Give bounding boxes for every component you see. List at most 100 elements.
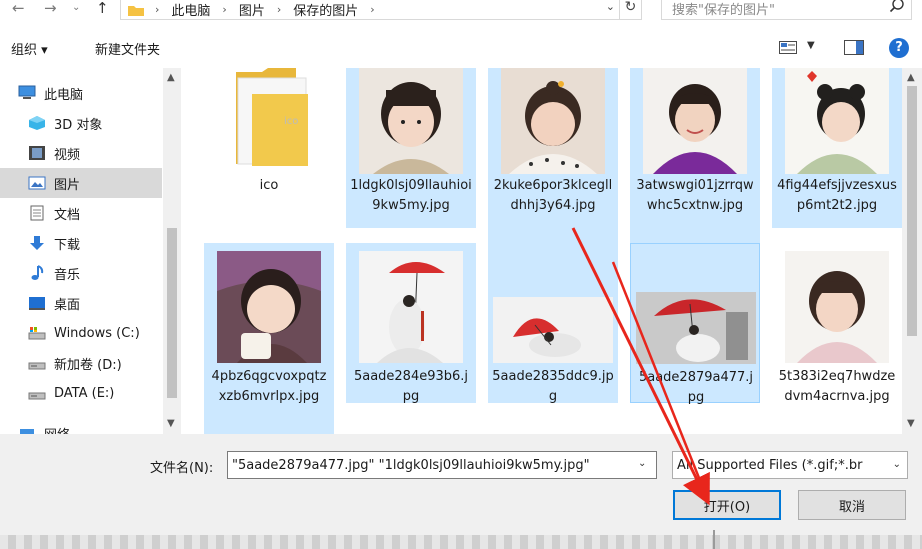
- breadcrumb-separator-icon: ›: [155, 3, 160, 16]
- search-placeholder: 搜索"保存的图片": [672, 3, 775, 18]
- file-name: 2kuke6por3klceglldhhj3y64.jpg: [493, 178, 613, 213]
- computer-icon: [18, 85, 36, 101]
- nav-item-3d-objects[interactable]: 3D 对象: [0, 108, 162, 138]
- scroll-down-arrow-icon[interactable]: ▼: [907, 418, 915, 429]
- command-bar: 组织 ▾ 新建文件夹 ▼ ?: [0, 30, 922, 64]
- nav-item-desktop[interactable]: 桌面: [0, 288, 162, 318]
- background-window-edge: [0, 535, 922, 549]
- breadcrumb-saved-pictures[interactable]: 保存的图片: [289, 0, 362, 19]
- file-item[interactable]: 5aade2879a477.jpg: [630, 243, 760, 405]
- filename-history-dropdown-icon[interactable]: ⌄: [638, 458, 646, 469]
- photo-thumbnail: [217, 251, 321, 363]
- nav-item-videos[interactable]: 视频: [0, 138, 162, 168]
- open-button[interactable]: 打开(O): [673, 490, 781, 520]
- network-icon: [18, 425, 36, 434]
- search-icon[interactable]: [889, 0, 905, 14]
- file-list-scrollbar[interactable]: ▲ ▼: [902, 68, 922, 434]
- nav-item-this-pc[interactable]: 此电脑: [0, 78, 162, 108]
- nav-item-network[interactable]: 网络: [0, 418, 162, 434]
- breadcrumb-separator-icon: ›: [370, 3, 375, 16]
- photo-thumbnail: [359, 251, 463, 363]
- file-name: 5aade2835ddc9.jpg: [492, 369, 614, 404]
- svg-text:ico: ico: [284, 116, 298, 127]
- navigation-scrollbar-thumb[interactable]: [167, 228, 177, 398]
- preview-pane-icon[interactable]: [844, 40, 864, 55]
- music-icon: [28, 265, 46, 281]
- 3d-objects-icon: [28, 115, 46, 131]
- drive-e-icon: [28, 385, 46, 401]
- breadcrumb-pictures[interactable]: 图片: [235, 0, 269, 19]
- help-icon[interactable]: ?: [889, 38, 909, 58]
- file-name: 5aade284e93b6.jpg: [353, 369, 469, 404]
- breadcrumb-separator-icon: ›: [222, 3, 227, 16]
- chevron-down-icon[interactable]: ⌄: [890, 459, 901, 470]
- divider: [713, 530, 715, 549]
- dialog-footer: 文件名(N): ⌄ All Supported Files (*.gif;*.b…: [0, 434, 922, 549]
- file-item[interactable]: 1ldgk0lsj09llauhioi9kw5my.jpg: [346, 68, 476, 228]
- file-item[interactable]: 3atwswgi01jzrrqwwhc5cxtnw.jpg: [630, 68, 760, 243]
- scroll-down-arrow-icon[interactable]: ▼: [167, 418, 175, 429]
- download-icon: [28, 235, 46, 251]
- nav-item-drive-e[interactable]: DATA (E:): [0, 378, 162, 408]
- file-item[interactable]: 4pbz6qgcvoxpqtzxzb6mvrlpx.jpg: [204, 243, 334, 434]
- back-arrow-icon[interactable]: ←: [12, 0, 25, 18]
- nav-item-downloads[interactable]: 下载: [0, 228, 162, 258]
- file-name: 3atwswgi01jzrrqwwhc5cxtnw.jpg: [636, 178, 754, 213]
- change-view-icon[interactable]: [779, 41, 797, 54]
- file-list-scrollbar-thumb[interactable]: [907, 86, 917, 336]
- file-item[interactable]: 4fig44efsjjvzesxusp6mt2t2.jpg: [772, 68, 902, 228]
- file-name: 5t383i2eq7hwdzedvm4acrnva.jpg: [778, 369, 896, 404]
- forward-arrow-icon[interactable]: →: [44, 0, 57, 18]
- new-folder-button[interactable]: 新建文件夹: [95, 39, 160, 58]
- file-item[interactable]: 5aade2835ddc9.jpg: [488, 243, 618, 404]
- file-item[interactable]: 5aade284e93b6.jpg: [346, 243, 476, 404]
- filename-label: 文件名(N):: [150, 461, 214, 476]
- file-item[interactable]: ico ico: [204, 68, 334, 228]
- breadcrumb-separator-icon: ›: [276, 3, 282, 16]
- navigation-scrollbar[interactable]: ▲ ▼: [163, 68, 181, 434]
- breadcrumb-this-pc[interactable]: 此电脑: [167, 0, 214, 19]
- address-bar[interactable]: › 此电脑 › 图片 › 保存的图片 › ⌄ ↻: [120, 0, 642, 20]
- file-item[interactable]: 2kuke6por3klceglldhhj3y64.jpg: [488, 68, 618, 243]
- drive-d-icon: [28, 355, 46, 371]
- file-item[interactable]: 5t383i2eq7hwdzedvm4acrnva.jpg: [772, 243, 902, 434]
- nav-item-music[interactable]: 音乐: [0, 258, 162, 288]
- file-type-filter-select[interactable]: All Supported Files (*.gif;*.br ⌄: [672, 451, 908, 479]
- file-list: ico ico 1ldgk0lsj09llauhioi9kw5my.jpg 2k…: [190, 68, 902, 434]
- photo-thumbnail: [493, 297, 613, 363]
- file-name: 4fig44efsjjvzesxusp6mt2t2.jpg: [777, 178, 897, 213]
- scroll-up-arrow-icon[interactable]: ▲: [907, 72, 915, 83]
- scroll-up-arrow-icon[interactable]: ▲: [167, 72, 175, 83]
- photo-thumbnail: [359, 68, 463, 174]
- pictures-icon: [28, 175, 46, 191]
- nav-item-pictures[interactable]: 图片: [0, 168, 162, 198]
- view-options-dropdown-icon[interactable]: ▼: [807, 40, 815, 51]
- organize-button[interactable]: 组织 ▾: [11, 39, 48, 58]
- filename-input[interactable]: [227, 451, 657, 479]
- file-name: ico: [259, 178, 279, 193]
- file-name: 1ldgk0lsj09llauhioi9kw5my.jpg: [350, 178, 472, 213]
- photo-thumbnail: [501, 68, 605, 174]
- nav-item-documents[interactable]: 文档: [0, 198, 162, 228]
- search-box[interactable]: 搜索"保存的图片": [661, 0, 912, 20]
- address-row: ← → ⌄ ↑ › 此电脑 › 图片 › 保存的图片 › ⌄ ↻ 搜索"保存的图…: [0, 0, 922, 26]
- photo-thumbnail: [785, 68, 889, 174]
- address-dropdown-icon[interactable]: ⌄: [606, 0, 615, 13]
- navigation-pane: 此电脑 3D 对象 视频 图片 文档 下载 音乐 桌面 Windows (C:)…: [0, 68, 181, 434]
- folder-icon: ico: [236, 68, 308, 166]
- photo-thumbnail: [643, 68, 747, 174]
- refresh-icon[interactable]: ↻: [619, 0, 641, 19]
- cancel-button[interactable]: 取消: [798, 490, 906, 520]
- nav-item-drive-d[interactable]: 新加卷 (D:): [0, 348, 162, 378]
- recent-locations-chevron-icon[interactable]: ⌄: [72, 0, 80, 18]
- photo-thumbnail: [785, 251, 889, 363]
- file-name: 5aade2879a477.jpg: [638, 370, 754, 405]
- file-type-filter-value: All Supported Files (*.gif;*.br: [677, 458, 863, 473]
- documents-icon: [28, 205, 46, 221]
- nav-item-drive-c[interactable]: Windows (C:): [0, 318, 162, 348]
- file-name: 4pbz6qgcvoxpqtzxzb6mvrlpx.jpg: [211, 369, 327, 404]
- up-arrow-icon[interactable]: ↑: [96, 0, 109, 18]
- desktop-icon: [28, 295, 46, 311]
- video-icon: [28, 145, 46, 161]
- folder-icon: [128, 5, 144, 16]
